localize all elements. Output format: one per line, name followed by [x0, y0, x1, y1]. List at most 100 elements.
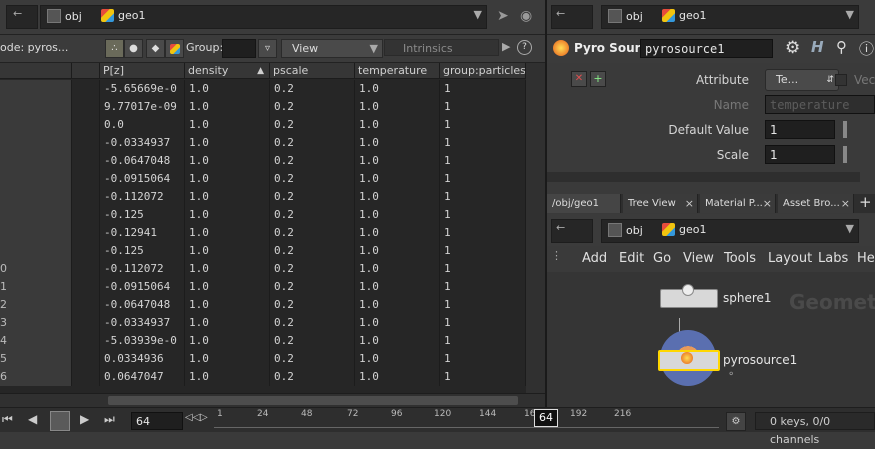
table-row[interactable]: -0.12941 1.0 0.2 1.0 1	[0, 224, 526, 242]
step-back-icon[interactable]: ◁◁	[185, 412, 200, 423]
help-icon[interactable]: ?	[517, 40, 532, 55]
name-field[interactable]: temperature	[765, 95, 875, 114]
table-row[interactable]: 9.77017e-09 1.0 0.2 1.0 1	[0, 98, 526, 116]
close-icon[interactable]: ×	[763, 194, 772, 213]
network-editor[interactable]: Geomet sphere1 pyrosource1 ⚬	[547, 272, 875, 407]
vect-checkbox[interactable]	[835, 74, 847, 86]
play-icon[interactable]: ▶	[80, 412, 89, 426]
menu-handle-icon[interactable]: ⋮	[551, 249, 562, 262]
back-arrow-button[interactable]: ←	[6, 5, 38, 29]
primitives-mode-button[interactable]: ◆	[146, 39, 165, 58]
scale-slider[interactable]	[843, 146, 847, 163]
points-mode-button[interactable]: ∴	[105, 39, 124, 58]
filter-icon[interactable]: ▿	[258, 39, 277, 58]
network-path-bar: ← obj geo1 ▼	[547, 214, 875, 246]
detail-mode-button[interactable]	[165, 39, 184, 58]
menu-help[interactable]: Hel	[857, 251, 875, 266]
right-path-field[interactable]: obj geo1 ▼	[601, 5, 859, 29]
group-input[interactable]	[222, 39, 256, 58]
default-value-slider[interactable]	[843, 121, 847, 138]
add-tab-icon[interactable]: +	[859, 193, 872, 211]
menu-view[interactable]: View	[683, 251, 714, 266]
link-icon[interactable]: ◉	[520, 8, 532, 24]
close-icon[interactable]: ×	[685, 194, 694, 213]
menu-tools[interactable]: Tools	[724, 251, 756, 266]
view-dropdown[interactable]: View ▼	[281, 39, 383, 58]
search-icon[interactable]: ⚲	[836, 38, 847, 56]
network-path-dropdown-icon[interactable]: ▼	[846, 222, 854, 235]
help-h-icon[interactable]: H	[811, 38, 824, 56]
crumb-obj[interactable]: obj	[47, 9, 82, 23]
vertical-scrollbar[interactable]	[526, 63, 545, 393]
table-row[interactable]: -0.125 1.0 0.2 1.0 1	[0, 242, 526, 260]
table-row[interactable]: 3 -0.0334937 1.0 0.2 1.0 1	[0, 314, 526, 332]
right-path-dropdown-icon[interactable]: ▼	[846, 8, 854, 21]
gear-icon[interactable]: ⚙	[785, 38, 800, 58]
table-row[interactable]: 2 -0.0647048 1.0 0.2 1.0 1	[0, 296, 526, 314]
col-header-pz[interactable]: P[z]	[100, 63, 185, 79]
timeline-ruler[interactable]: 1 24 48 72 96 120 144 168 192 216 64	[214, 408, 719, 432]
table-row[interactable]: 6 0.0647047 1.0 0.2 1.0 1	[0, 368, 526, 386]
network-back-button[interactable]: ←	[551, 219, 593, 243]
crumb-geo1[interactable]: geo1	[101, 9, 145, 22]
cell-pz: 0.0334936	[100, 350, 185, 368]
scale-field[interactable]: 1	[765, 145, 835, 164]
play-reverse-icon[interactable]: ◀	[28, 412, 37, 426]
table-row[interactable]: 0.0 1.0 0.2 1.0 1	[0, 116, 526, 134]
stop-button[interactable]	[50, 411, 70, 431]
cell-group: 1	[440, 188, 526, 206]
cell-blank	[72, 80, 100, 98]
node-name-field[interactable]: pyrosource1	[640, 39, 773, 58]
right-back-button[interactable]: ←	[551, 5, 593, 29]
menu-labs[interactable]: Labs	[818, 251, 848, 266]
frame-field[interactable]: 64	[131, 412, 183, 430]
table-row[interactable]: 1 -0.0915064 1.0 0.2 1.0 1	[0, 278, 526, 296]
col-header-temperature[interactable]: temperature	[355, 63, 440, 79]
scroll-thumb[interactable]	[108, 396, 518, 405]
vertices-mode-button[interactable]: ●	[124, 39, 143, 58]
attribute-dropdown[interactable]: Te... ⇵	[765, 69, 839, 91]
menu-go[interactable]: Go	[653, 251, 671, 266]
menu-layout[interactable]: Layout	[768, 251, 812, 266]
table-row[interactable]: 0 -0.112072 1.0 0.2 1.0 1	[0, 260, 526, 278]
tab-material-palette[interactable]: Material P... ×	[700, 194, 776, 213]
table-row[interactable]: -0.112072 1.0 0.2 1.0 1	[0, 188, 526, 206]
path-dropdown-icon[interactable]: ▼	[474, 8, 482, 21]
network-path-field[interactable]: obj geo1 ▼	[601, 219, 859, 243]
info-icon[interactable]: ⓘ	[859, 38, 874, 59]
network-crumb-obj[interactable]: obj	[608, 223, 643, 237]
close-icon[interactable]: ×	[841, 194, 850, 213]
param-scrollbar[interactable]	[547, 172, 860, 182]
col-header-group-particles[interactable]: group:particles,	[440, 63, 526, 79]
play-arrow-icon[interactable]: ▶	[502, 40, 510, 53]
table-row[interactable]: 4 -5.03939e-0 1.0 0.2 1.0 1	[0, 332, 526, 350]
menu-edit[interactable]: Edit	[619, 251, 644, 266]
col-header-density[interactable]: density ▲	[185, 63, 270, 79]
parameter-body: ✕ + Attribute Te...⇵ Vect Name temperatu…	[547, 63, 875, 181]
pin-icon[interactable]: ➤	[497, 8, 509, 24]
network-crumb-geo1[interactable]: geo1	[662, 223, 706, 236]
col-header-pscale[interactable]: pscale	[270, 63, 355, 79]
table-row[interactable]: 5 0.0334936 1.0 0.2 1.0 1	[0, 350, 526, 368]
table-row[interactable]: -0.0647048 1.0 0.2 1.0 1	[0, 152, 526, 170]
current-frame-marker[interactable]: 64	[534, 409, 558, 427]
menu-add[interactable]: Add	[582, 251, 607, 266]
default-value-field[interactable]: 1	[765, 120, 835, 139]
cell-density: 1.0	[185, 350, 270, 368]
horizontal-scrollbar[interactable]	[0, 393, 545, 408]
step-forward-icon[interactable]: ▷	[200, 412, 208, 423]
right-crumb-geo1[interactable]: geo1	[662, 9, 706, 22]
skip-end-icon[interactable]: ⏭	[104, 412, 115, 427]
tab-obj-geo1[interactable]: /obj/geo1	[547, 194, 621, 213]
keyframe-icon[interactable]: ⚙	[726, 412, 746, 431]
right-crumb-obj[interactable]: obj	[608, 9, 643, 23]
table-row[interactable]: -0.0915064 1.0 0.2 1.0 1	[0, 170, 526, 188]
skip-start-icon[interactable]: ⏮	[2, 412, 13, 427]
tab-asset-browser[interactable]: Asset Bro... ×	[778, 194, 854, 213]
table-row[interactable]: -5.65669e-0 1.0 0.2 1.0 1	[0, 80, 526, 98]
path-field[interactable]: obj geo1 ▼	[40, 5, 487, 29]
table-row[interactable]: -0.125 1.0 0.2 1.0 1	[0, 206, 526, 224]
intrinsics-dropdown[interactable]: Intrinsics	[384, 39, 499, 56]
tab-tree-view[interactable]: Tree View ×	[623, 194, 698, 213]
table-row[interactable]: -0.0334937 1.0 0.2 1.0 1	[0, 134, 526, 152]
